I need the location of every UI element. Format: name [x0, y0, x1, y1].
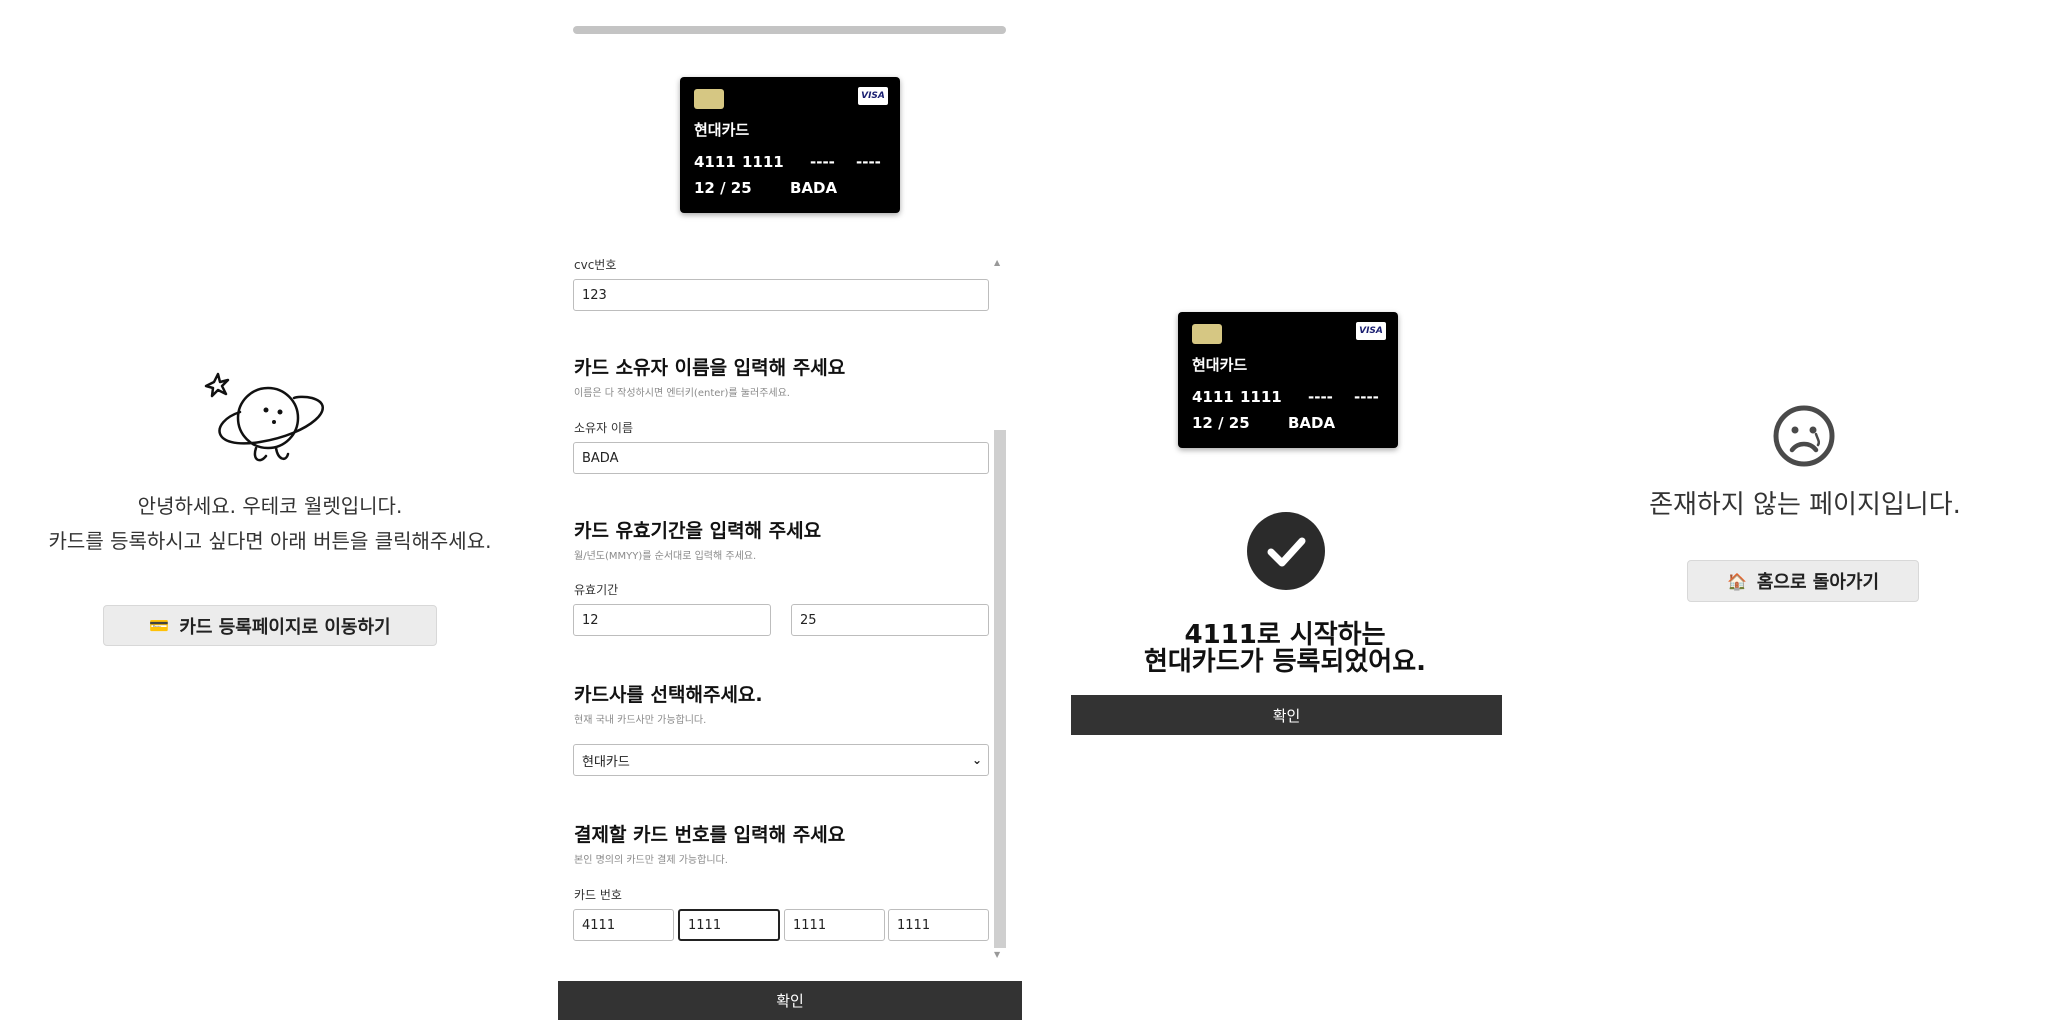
- card-company: 현대카드: [1192, 356, 1248, 374]
- card-number-4: ----: [1354, 388, 1379, 406]
- company-section-title: 카드사를 선택해주세요.: [574, 684, 763, 706]
- company-section-subtitle: 현재 국내 카드사만 가능합니다.: [574, 715, 707, 726]
- expiry-year-input[interactable]: 25: [791, 604, 989, 636]
- company-select[interactable]: 현대카드 ⌄: [573, 744, 989, 776]
- owner-label: 소유자 이름: [574, 421, 634, 435]
- number-label: 카드 번호: [574, 888, 622, 902]
- card-number-2: 1111: [742, 153, 784, 171]
- visa-logo-icon: VISA: [1356, 322, 1386, 340]
- card-company: 현대카드: [694, 121, 750, 139]
- card-number-input-4[interactable]: 1111: [888, 909, 989, 941]
- number-section-subtitle: 본인 명의의 카드만 결제 가능합니다.: [574, 855, 728, 866]
- visa-logo-icon: VISA: [858, 87, 888, 105]
- card-number-2: 1111: [1240, 388, 1282, 406]
- go-home-button[interactable]: 🏠 홈으로 돌아가기: [1687, 560, 1919, 602]
- success-message-line2: 현대카드가 등록되었어요.: [1143, 647, 1427, 677]
- number-section-title: 결제할 카드 번호를 입력해 주세요: [574, 824, 846, 846]
- expiry-section-title: 카드 유효기간을 입력해 주세요: [574, 520, 822, 542]
- planet-illustration: [204, 372, 324, 462]
- check-icon: [1267, 537, 1306, 567]
- card-number-4: ----: [856, 153, 881, 171]
- credit-card-icon: 💳: [149, 616, 170, 635]
- card-owner: BADA: [790, 179, 838, 197]
- home-icon: 🏠: [1726, 571, 1747, 591]
- owner-section-title: 카드 소유자 이름을 입력해 주세요: [574, 357, 846, 379]
- progress-bar: [573, 26, 1006, 34]
- expiry-section-subtitle: 월/년도(MMYY)를 순서대로 입력해 주세요.: [574, 551, 757, 562]
- success-confirm-button[interactable]: 확인: [1071, 695, 1502, 735]
- registered-card: VISA 현대카드 4111 1111 ---- ---- 12 / 25 BA…: [1178, 312, 1398, 448]
- expiry-month-input[interactable]: 12: [573, 604, 771, 636]
- company-select-value: 현대카드: [582, 754, 630, 770]
- owner-input[interactable]: BADA: [573, 442, 989, 474]
- not-found-message: 존재하지 않는 페이지입니다.: [1649, 490, 1961, 520]
- cvc-input[interactable]: 123: [573, 279, 989, 311]
- go-register-button[interactable]: 💳 카드 등록페이지로 이동하기: [103, 605, 437, 646]
- owner-section-subtitle: 이름은 다 작성하시면 엔터키(enter)를 눌러주세요.: [574, 388, 790, 399]
- card-number-input-2[interactable]: 1111: [678, 909, 780, 941]
- card-number-1: 4111: [1192, 388, 1234, 406]
- go-register-label: 카드 등록페이지로 이동하기: [179, 616, 391, 638]
- card-number-3: ----: [1308, 388, 1333, 406]
- go-home-label: 홈으로 돌아가기: [1756, 572, 1880, 593]
- card-number-1: 4111: [694, 153, 736, 171]
- card-number-input-1[interactable]: 4111: [573, 909, 674, 941]
- expiry-label: 유효기간: [574, 583, 619, 597]
- cvc-label: cvc번호: [574, 258, 617, 272]
- form-confirm-button[interactable]: 확인: [558, 981, 1022, 1020]
- card-number-input-3[interactable]: 1111: [784, 909, 885, 941]
- scroll-down-icon[interactable]: ▼: [994, 950, 1000, 959]
- card-expiry: 12 / 25: [694, 179, 752, 197]
- card-number-3: ----: [810, 153, 835, 171]
- card-expiry: 12 / 25: [1192, 414, 1250, 432]
- sad-face-icon: [1773, 405, 1835, 467]
- card-preview: VISA 현대카드 4111 1111 ---- ---- 12 / 25 BA…: [680, 77, 900, 213]
- scroll-up-icon[interactable]: ▲: [994, 258, 1000, 267]
- card-owner: BADA: [1288, 414, 1336, 432]
- card-chip: [694, 89, 724, 109]
- card-chip: [1192, 324, 1222, 344]
- chevron-down-icon: ⌄: [971, 753, 982, 767]
- welcome-instruction: 카드를 등록하시고 싶다면 아래 버튼을 클릭해주세요.: [48, 529, 492, 553]
- scrollbar-thumb[interactable]: [994, 430, 1006, 948]
- check-circle-icon: [1247, 512, 1325, 590]
- welcome-greeting: 안녕하세요. 우테코 월렛입니다.: [137, 494, 403, 518]
